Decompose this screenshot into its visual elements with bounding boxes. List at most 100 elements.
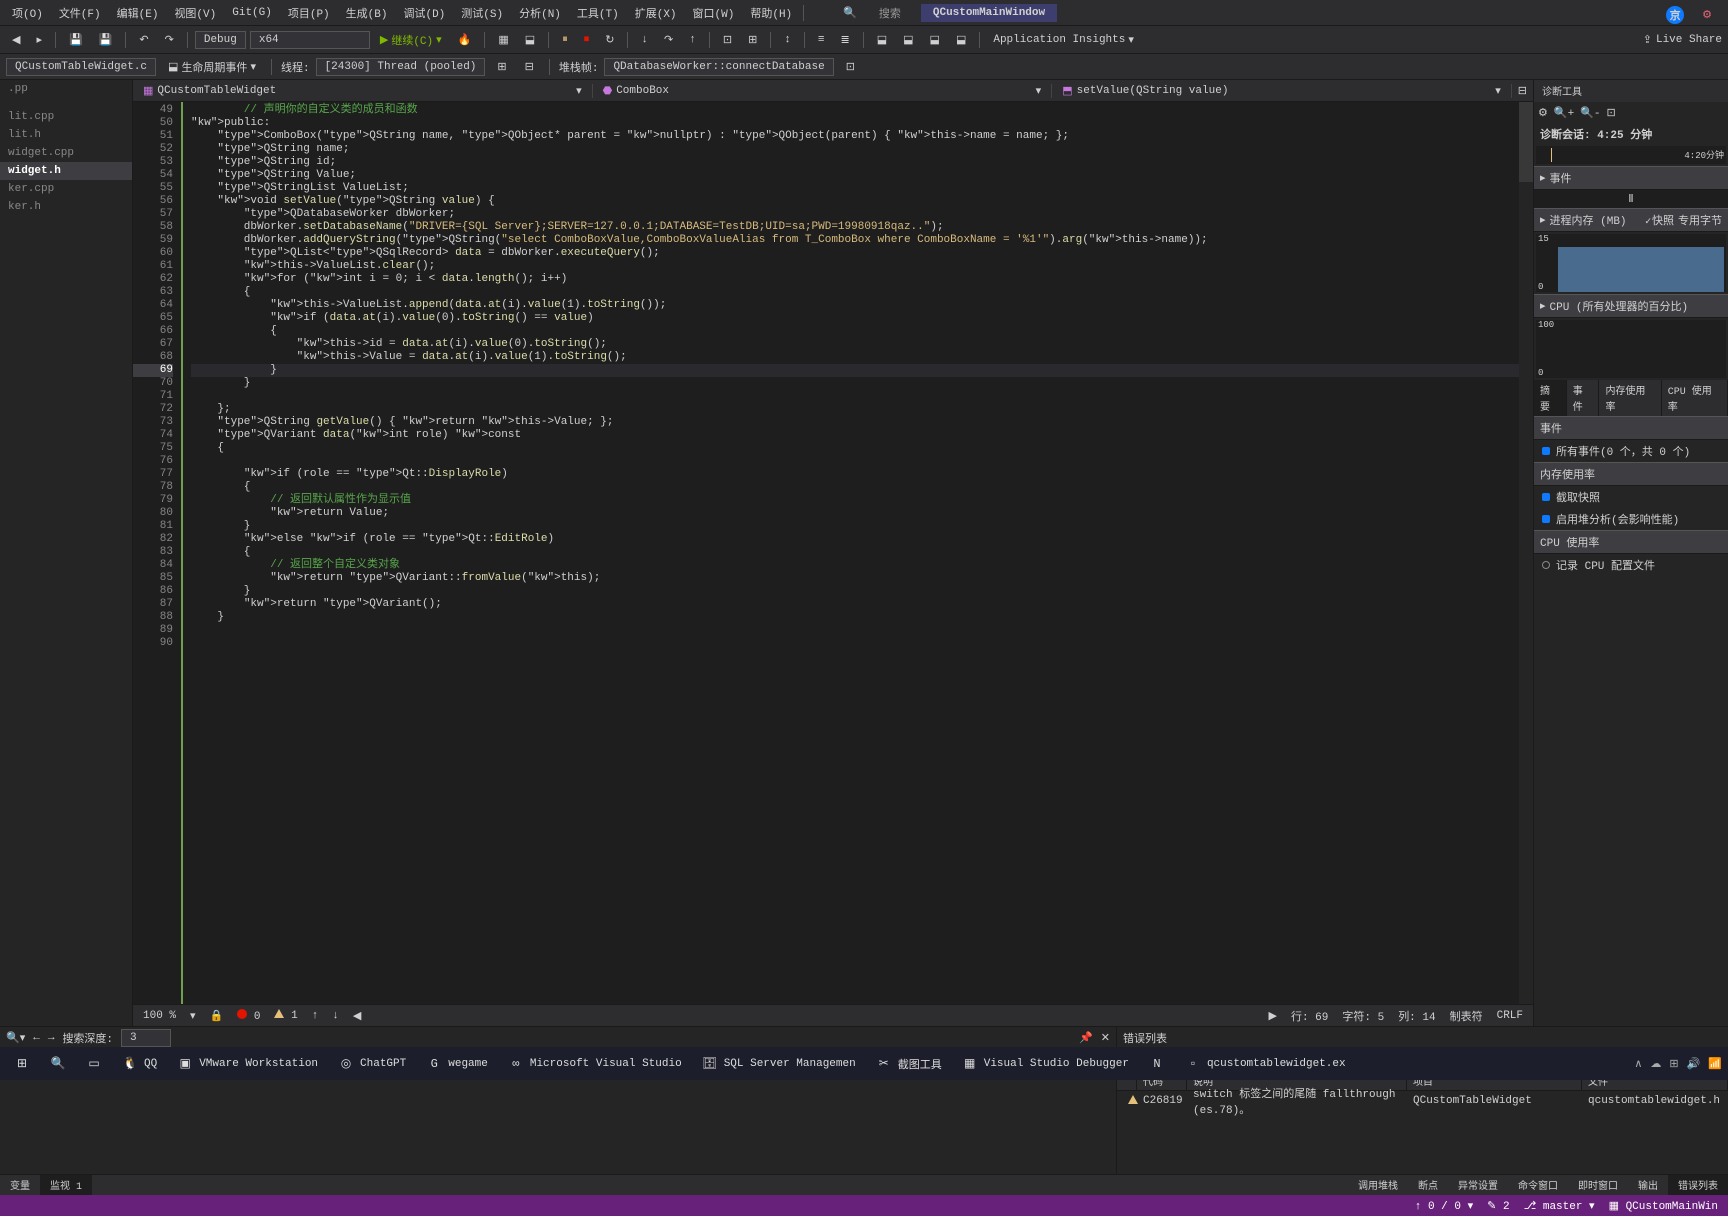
- step-out-icon[interactable]: ↑: [683, 31, 702, 49]
- tab-memory[interactable]: 内存使用率: [1599, 380, 1661, 416]
- gear-icon[interactable]: ⚙: [1538, 106, 1548, 120]
- health-icon[interactable]: 🔒: [210, 1009, 224, 1023]
- menu-item[interactable]: 编辑(E): [109, 1, 167, 25]
- file-tab[interactable]: widget.cpp: [0, 144, 132, 162]
- split-icon[interactable]: ⊟: [1512, 81, 1533, 101]
- tray-icon[interactable]: 🔊: [1687, 1057, 1701, 1071]
- file-dropdown[interactable]: QCustomTableWidget.c: [6, 58, 156, 76]
- taskbar-qq[interactable]: 🐧QQ: [114, 1052, 165, 1076]
- menu-item[interactable]: 视图(V): [166, 1, 224, 25]
- zoom-in-icon[interactable]: 🔍+: [1554, 106, 1574, 120]
- menu-item[interactable]: 文件(F): [51, 1, 109, 25]
- tab-cpu[interactable]: CPU 使用率: [1662, 380, 1728, 416]
- forward-button[interactable]: ▸: [30, 30, 48, 50]
- tab-events[interactable]: 事件: [1567, 380, 1600, 416]
- save-all-icon[interactable]: 💾: [93, 30, 119, 50]
- menu-item[interactable]: 项(O): [4, 1, 51, 25]
- snapshot-link[interactable]: 截取快照: [1534, 486, 1728, 508]
- pin-icon[interactable]: 📌: [1079, 1031, 1093, 1045]
- tool-icon[interactable]: ≣: [835, 30, 856, 50]
- bookmark-icon[interactable]: ⬓: [871, 30, 893, 50]
- bookmark-icon[interactable]: ⬓: [950, 30, 972, 50]
- menu-item[interactable]: 生成(B): [338, 1, 396, 25]
- pause-button[interactable]: ⏸: [556, 31, 574, 49]
- lifecycle-events[interactable]: ⬓ 生命周期事件 ▾: [162, 56, 262, 78]
- tab-watch1[interactable]: 监视 1: [40, 1175, 92, 1195]
- cpu-section[interactable]: ▸ CPU (所有处理器的百分比): [1534, 294, 1728, 318]
- file-tab[interactable]: lit.h: [0, 126, 132, 144]
- crumb-class[interactable]: ⬣ ComboBox ▾: [593, 84, 1053, 98]
- taskbar-vmware[interactable]: ▣VMware Workstation: [169, 1052, 326, 1076]
- file-tab-active[interactable]: widget.h: [0, 162, 132, 180]
- taskbar-wegame[interactable]: Gwegame: [418, 1052, 496, 1076]
- taskbar-tasks[interactable]: ▭: [78, 1052, 110, 1076]
- file-tab[interactable]: .pp: [0, 80, 132, 98]
- taskbar-vsdbg[interactable]: ▦Visual Studio Debugger: [954, 1052, 1137, 1076]
- tab-callstack[interactable]: 调用堆栈: [1348, 1175, 1408, 1195]
- back-button[interactable]: ◀: [6, 30, 26, 50]
- taskbar-exe[interactable]: ▫qcustomtablewidget.ex: [1177, 1052, 1354, 1076]
- nav-right-icon[interactable]: ▶: [1269, 1009, 1277, 1023]
- project-name[interactable]: ▦ QCustomMainWin: [1609, 1199, 1718, 1213]
- stop-button[interactable]: ⏹: [578, 31, 596, 49]
- menu-item[interactable]: 帮助(H): [742, 1, 800, 25]
- insights-dropdown[interactable]: Application Insights ▾: [987, 30, 1140, 50]
- heap-link[interactable]: 启用堆分析(会影响性能): [1534, 508, 1728, 530]
- hot-reload-icon[interactable]: 🔥: [452, 30, 478, 50]
- tab-breakpoints[interactable]: 断点: [1408, 1175, 1448, 1195]
- bookmark-icon[interactable]: ⬓: [897, 30, 919, 50]
- menu-item[interactable]: 工具(T): [569, 1, 627, 25]
- tool-icon[interactable]: ⬓: [519, 30, 541, 50]
- close-icon[interactable]: ✕: [1101, 1031, 1110, 1045]
- undo-button[interactable]: ↶: [133, 30, 154, 50]
- indent-info[interactable]: 制表符: [1450, 1008, 1483, 1024]
- nav-left-icon[interactable]: ◀: [353, 1009, 361, 1023]
- platform-dropdown[interactable]: x64: [250, 31, 370, 49]
- changes-count[interactable]: ↑ 0 / 0 ▾: [1415, 1199, 1473, 1213]
- taskbar-ssms[interactable]: 🗄SQL Server Managemen: [694, 1052, 864, 1076]
- error-count[interactable]: 0: [237, 1009, 260, 1023]
- menu-item[interactable]: 扩展(X): [627, 1, 685, 25]
- tray-icon[interactable]: ☁: [1650, 1057, 1661, 1071]
- step-into-icon[interactable]: ↓: [635, 31, 654, 49]
- tool-icon[interactable]: ⊞: [742, 30, 763, 50]
- menu-item[interactable]: 窗口(W): [685, 1, 743, 25]
- redo-button[interactable]: ↷: [159, 30, 180, 50]
- tab-output[interactable]: 输出: [1628, 1175, 1668, 1195]
- settings-icon[interactable]: ⚙: [1694, 4, 1720, 26]
- tool-icon[interactable]: ⊡: [717, 30, 738, 50]
- taskbar-chatgpt[interactable]: ◎ChatGPT: [330, 1052, 414, 1076]
- continue-button[interactable]: ▶ 继续(C) ▾: [374, 29, 448, 51]
- restart-button[interactable]: ↻: [599, 30, 620, 50]
- memory-section[interactable]: ▸ 进程内存 (MB) ✓快照 专用字节: [1534, 208, 1728, 232]
- tab-locals[interactable]: 变量: [0, 1175, 40, 1195]
- all-events-link[interactable]: 所有事件(0 个，共 0 个): [1534, 440, 1728, 462]
- pending-changes[interactable]: ✎ 2: [1487, 1199, 1509, 1213]
- error-row[interactable]: C26819 switch 标签之间的尾随 fallthrough (es.78…: [1117, 1091, 1728, 1111]
- reset-icon[interactable]: ⊡: [1607, 106, 1616, 120]
- branch-name[interactable]: ⎇ master ▾: [1524, 1199, 1595, 1213]
- depth-dropdown[interactable]: 3: [121, 1029, 171, 1047]
- tab-errorlist[interactable]: 错误列表: [1668, 1175, 1728, 1195]
- nav-fwd-icon[interactable]: →: [48, 1032, 55, 1044]
- tray-icon[interactable]: ∧: [1634, 1057, 1642, 1071]
- thread-icon[interactable]: ⊞: [491, 57, 512, 77]
- step-over-icon[interactable]: ↷: [658, 30, 679, 50]
- taskbar-vs[interactable]: ∞Microsoft Visual Studio: [500, 1052, 690, 1076]
- tab-command[interactable]: 命令窗口: [1508, 1175, 1568, 1195]
- live-share-button[interactable]: ⇪ Live Share: [1643, 33, 1722, 47]
- warning-count[interactable]: 1: [274, 1009, 297, 1022]
- user-badge[interactable]: 京: [1666, 6, 1684, 24]
- save-icon[interactable]: 💾: [63, 30, 89, 50]
- nav-back-icon[interactable]: ←: [33, 1032, 40, 1044]
- system-tray[interactable]: ∧ ☁ ⊞ 🔊 📶: [1634, 1057, 1722, 1071]
- taskbar-snip[interactable]: ✂截图工具: [868, 1052, 950, 1076]
- search-box[interactable]: 🔍 搜索: [827, 0, 917, 27]
- search-icon[interactable]: 🔍▾: [6, 1031, 25, 1045]
- thread-dropdown[interactable]: [24300] Thread (pooled): [316, 58, 486, 76]
- tab-exceptions[interactable]: 异常设置: [1448, 1175, 1508, 1195]
- file-tab[interactable]: lit.cpp: [0, 108, 132, 126]
- zoom-level[interactable]: 100 %: [143, 1010, 176, 1022]
- menu-item[interactable]: 测试(S): [453, 1, 511, 25]
- bookmark-icon[interactable]: ⬓: [924, 30, 946, 50]
